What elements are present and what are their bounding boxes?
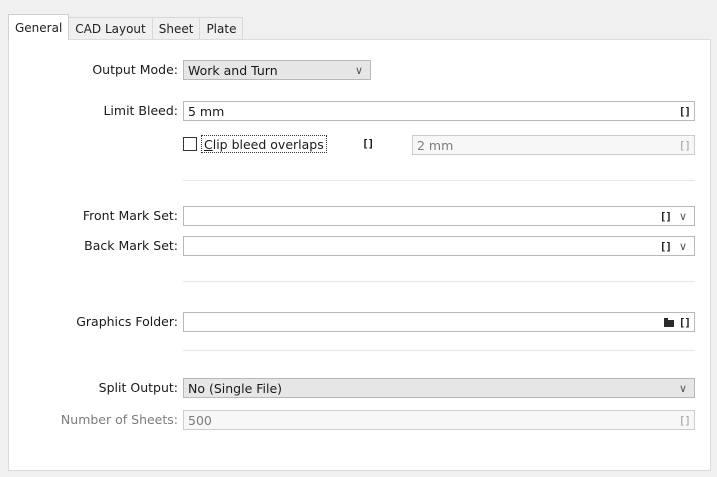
chevron-down-icon: ∨ (678, 381, 688, 395)
tab-cad-layout-label: CAD Layout (75, 22, 146, 36)
bracket-icon: [] (678, 138, 691, 152)
graphics-folder-label: Graphics Folder: (76, 314, 178, 329)
clip-bleed-label-text: lip bleed overlaps (212, 137, 324, 152)
bracket-icon: [] (678, 413, 691, 427)
number-of-sheets-label: Number of Sheets: (60, 412, 178, 427)
front-mark-set-select[interactable]: [] ∨ (183, 206, 695, 226)
bracket-icon[interactable]: [] (679, 105, 691, 118)
tab-sheet[interactable]: Sheet (151, 17, 201, 40)
limit-bleed-field[interactable]: 5 mm [] (183, 101, 695, 121)
tab-plate-label: Plate (206, 22, 237, 36)
split-output-select[interactable]: No (Single File) ∨ (183, 378, 695, 398)
bracket-icon[interactable]: [] (660, 210, 672, 223)
chevron-down-icon[interactable]: ∨ (675, 240, 691, 253)
clip-bleed-label[interactable]: Clip bleed overlaps (201, 135, 327, 153)
tab-general[interactable]: General (8, 14, 70, 40)
clip-bleed-value: 2 mm (417, 137, 454, 153)
number-of-sheets-value: 500 (188, 412, 212, 428)
clip-bleed-label-mnemonic: C (204, 137, 213, 152)
back-mark-set-label: Back Mark Set: (84, 238, 178, 253)
tab-sheet-label: Sheet (158, 22, 194, 36)
divider (183, 180, 695, 181)
clip-bleed-checkbox[interactable] (183, 137, 197, 151)
number-of-sheets-field: 500 [] (183, 410, 695, 430)
divider (183, 281, 695, 282)
tab-general-label: General (15, 20, 63, 35)
limit-bleed-value: 5 mm (188, 103, 225, 119)
split-output-value: No (Single File) (188, 380, 283, 396)
chevron-down-icon: ∨ (354, 63, 364, 77)
output-mode-label: Output Mode: (92, 62, 178, 77)
output-mode-select[interactable]: Work and Turn ∨ (183, 60, 371, 80)
output-mode-value: Work and Turn (188, 62, 278, 78)
tab-plate[interactable]: Plate (199, 17, 244, 40)
folder-icon[interactable] (663, 317, 674, 327)
tab-bar: General CAD Layout Sheet Plate (8, 14, 244, 40)
clip-bleed-value-field: 2 mm [] (412, 135, 695, 155)
limit-bleed-label: Limit Bleed: (103, 103, 178, 118)
back-mark-set-select[interactable]: [] ∨ (183, 236, 695, 256)
split-output-label: Split Output: (98, 380, 178, 395)
bracket-icon[interactable]: [] (660, 240, 672, 253)
front-mark-set-label: Front Mark Set: (82, 208, 178, 223)
bracket-icon[interactable]: [] (679, 316, 691, 329)
chevron-down-icon[interactable]: ∨ (675, 210, 691, 223)
graphics-folder-field[interactable]: [] (183, 312, 695, 332)
divider (183, 350, 695, 351)
tab-cad-layout[interactable]: CAD Layout (68, 17, 153, 40)
bracket-icon[interactable]: [] (362, 137, 374, 150)
